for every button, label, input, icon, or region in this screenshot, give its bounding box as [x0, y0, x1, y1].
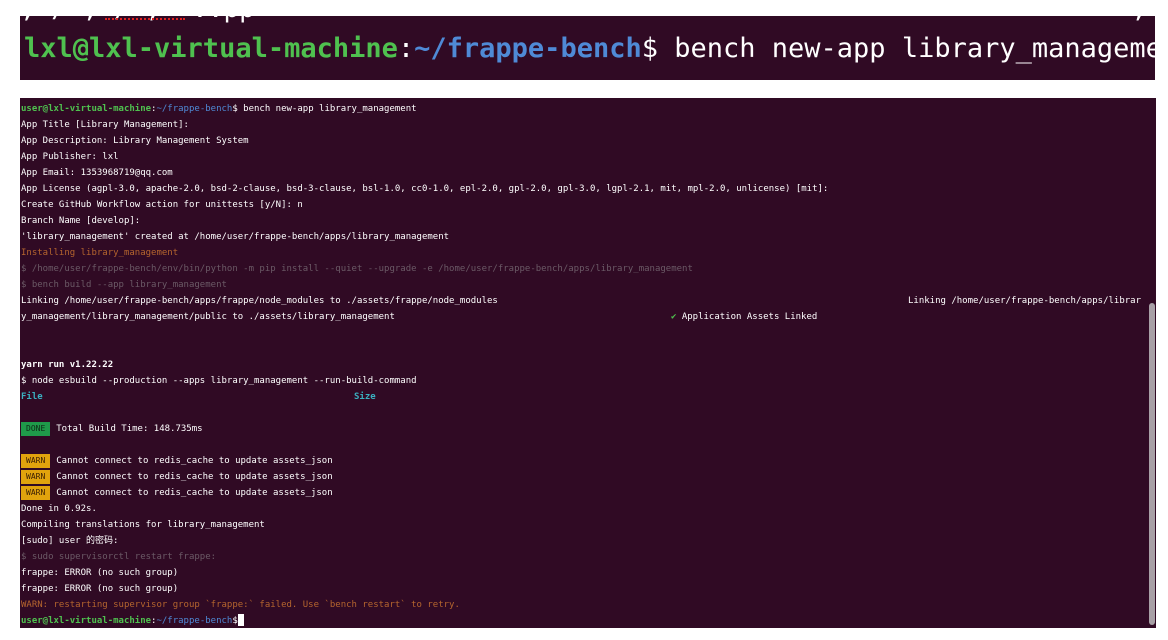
text-cursor — [237, 613, 244, 626]
zoomed-prompt-line: lxl@lxl-virtual-machine:~/frappe-bench$ … — [24, 32, 1155, 66]
terminal-line: 'library_management' created at /home/us… — [21, 232, 450, 242]
terminal-line: WARN Cannot connect to redis_cache to upd… — [20, 485, 1156, 501]
zoom-prompt-symbol: $ — [641, 33, 658, 64]
terminal-line: WARN: restarting supervisor group `frapp… — [21, 600, 460, 610]
terminal-line: user@lxl-virtual-machine:~/frappe-bench$… — [20, 101, 1156, 117]
terminal-line: yarn run v1.22.22 — [21, 360, 114, 370]
terminal-window[interactable]: user@lxl-virtual-machine:~/frappe-bench$… — [20, 98, 1156, 628]
assets-linked-text: Application Assets Linked — [676, 312, 818, 322]
warn-badge: WARN — [21, 486, 51, 500]
terminal-line: user@lxl-virtual-machine:~/frappe-bench$ — [20, 613, 1156, 628]
terminal-line: DONE Total Build Time: 148.735ms — [20, 421, 1156, 437]
terminal-line: App License (agpl-3.0, apache-2.0, bsd-2… — [21, 184, 829, 194]
build-table-header: File Size — [20, 389, 1156, 405]
terminal-line: $ bench build --app library_management — [21, 280, 227, 290]
terminal-line: App Description: Library Management Syst… — [21, 136, 249, 146]
terminal-line: $ /home/user/frappe-bench/env/bin/python… — [21, 264, 693, 274]
zoom-user-host: lxl@lxl-virtual-machine — [24, 33, 398, 64]
command-text: bench new-app library_management — [237, 104, 417, 114]
cropped-previous-line: ; / , / ; ..pp ; — [20, 16, 1147, 24]
warn-message: Cannot connect to redis_cache to update … — [56, 488, 333, 498]
zoom-colon: : — [397, 33, 415, 64]
terminal-line: Done in 0.92s. — [21, 504, 97, 514]
terminal-line: $ sudo supervisorctl restart frappe: — [21, 552, 217, 562]
terminal-line: $ node esbuild --production --apps libra… — [21, 376, 417, 386]
terminal-line: Branch Name [develop]: — [21, 216, 141, 226]
build-time-text: Total Build Time: 148.735ms — [56, 424, 203, 434]
terminal-line: Compiling translations for library_manag… — [21, 520, 265, 530]
done-badge: DONE — [21, 422, 51, 436]
linking-app-text: Linking /home/user/frappe-bench/apps/lib… — [908, 296, 1141, 306]
size-column-header: Size — [354, 392, 376, 402]
linking-app-wrap-text: y_management/library_management/public t… — [21, 312, 395, 322]
terminal-line: App Publisher: lxl — [21, 152, 119, 162]
terminal-line: WARN Cannot connect to redis_cache to upd… — [20, 469, 1156, 485]
prompt-path: ~/frappe-bench — [156, 616, 233, 626]
warn-badge: WARN — [21, 470, 51, 484]
terminal-line: Create GitHub Workflow action for unitte… — [21, 200, 303, 210]
zoom-path: ~/frappe-bench — [414, 33, 642, 64]
terminal-line: [sudo] user 的密码: — [21, 536, 119, 546]
spellcheck-squiggle — [105, 16, 185, 20]
terminal-line: Linking /home/user/frappe-bench/apps/fra… — [20, 293, 1156, 309]
warn-message: Cannot connect to redis_cache to update … — [56, 472, 333, 482]
warn-message: Cannot connect to redis_cache to update … — [56, 456, 333, 466]
terminal-line: frappe: ERROR (no such group) — [21, 568, 179, 578]
prompt-path: ~/frappe-bench — [156, 104, 233, 114]
file-column-header: File — [21, 392, 43, 402]
terminal-line: App Title [Library Management]: — [21, 120, 189, 130]
terminal-scrollbar[interactable] — [1149, 303, 1155, 625]
terminal-line: Installing library_management — [21, 248, 179, 258]
prompt-user-host: user@lxl-virtual-machine — [21, 104, 152, 114]
terminal-line: App Email: 1353968719@qq.com — [21, 168, 173, 178]
terminal-line: frappe: ERROR (no such group) — [21, 584, 179, 594]
zoom-command: bench new-app library_management — [657, 33, 1155, 64]
linking-frappe-text: Linking /home/user/frappe-bench/apps/fra… — [21, 296, 498, 306]
prompt-user-host: user@lxl-virtual-machine — [21, 616, 152, 626]
zoomed-prompt-strip: ; / , / ; ..pp ; lxl@lxl-virtual-machine… — [20, 16, 1155, 80]
terminal-line: WARN Cannot connect to redis_cache to upd… — [20, 453, 1156, 469]
warn-badge: WARN — [21, 454, 51, 468]
terminal-line: y_management/library_management/public t… — [20, 309, 1156, 325]
